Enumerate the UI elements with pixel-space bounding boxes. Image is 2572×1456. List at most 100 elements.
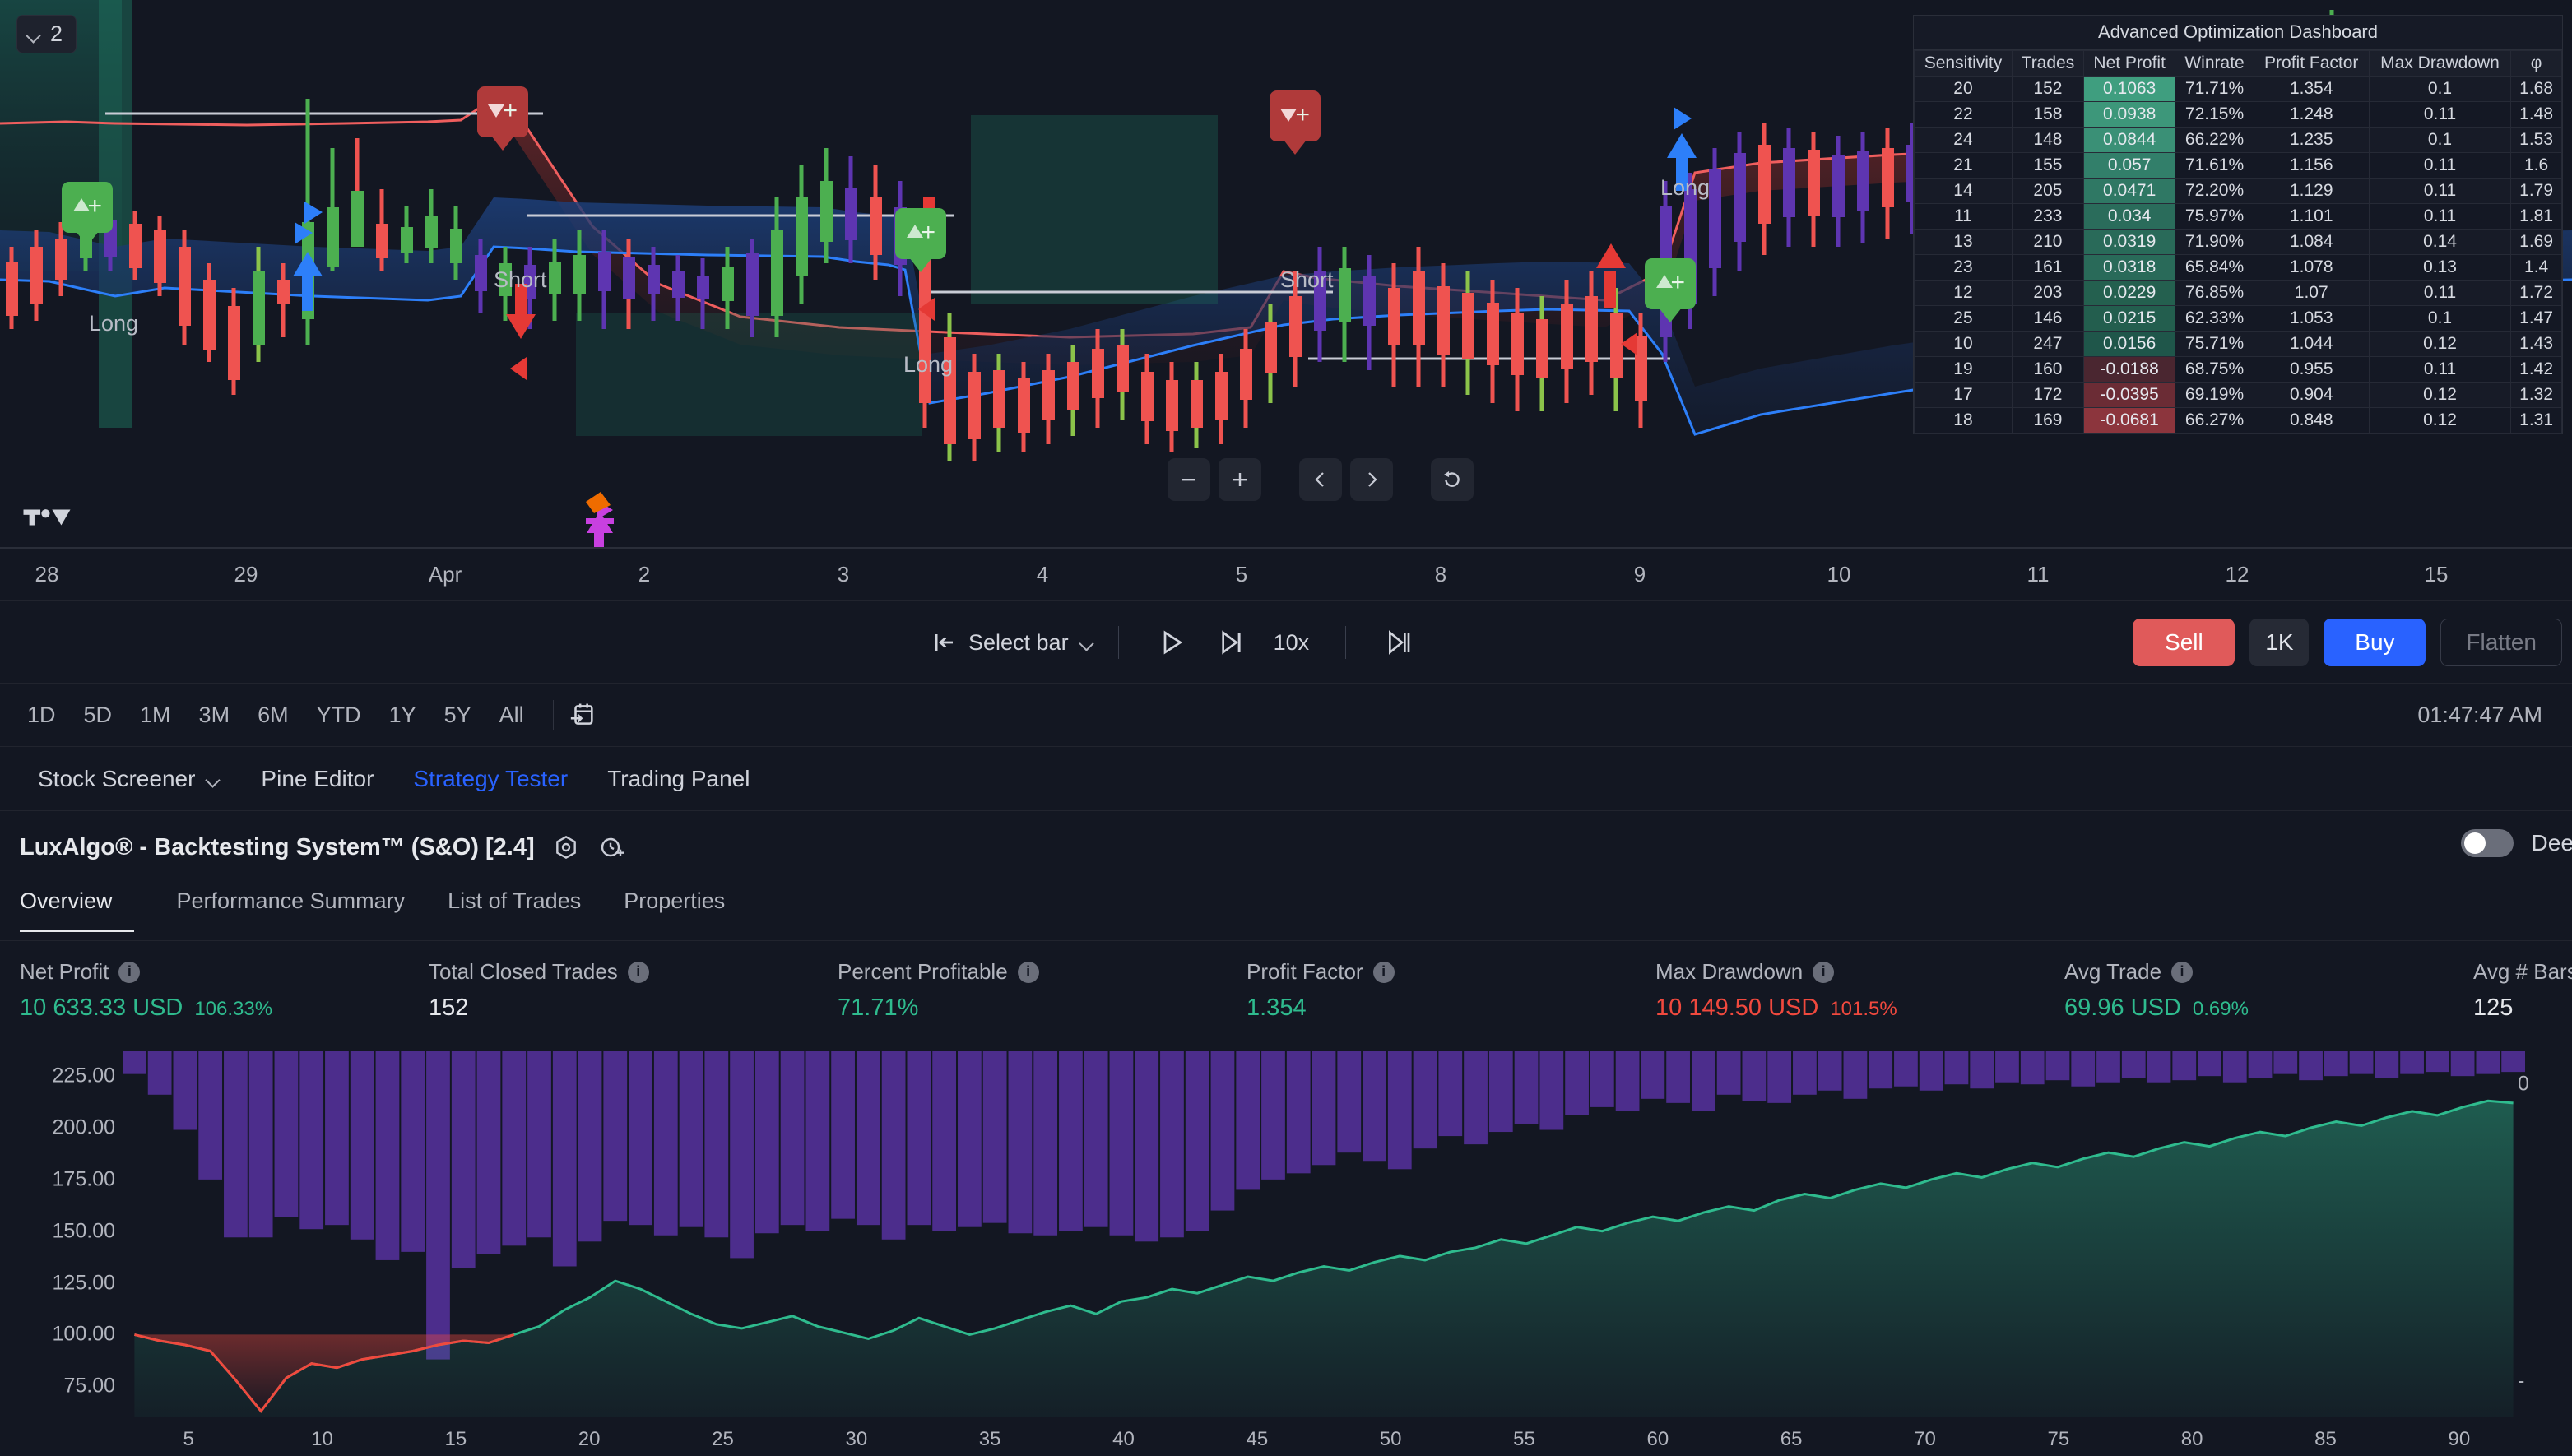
table-cell-max-drawdown: 0.1 (2368, 76, 2512, 102)
info-icon[interactable]: i (627, 961, 649, 983)
metric-label-text: Avg Trade (2064, 959, 2162, 984)
table-cell-winrate: 62.33% (2175, 305, 2254, 332)
goto-date-button[interactable] (569, 701, 597, 729)
flatten-button[interactable]: Flatten (2440, 619, 2562, 666)
deep-backtesting-toggle[interactable] (2460, 829, 2514, 857)
drawdown-bar (578, 1051, 602, 1242)
replay-speed-button[interactable]: 10x (1260, 630, 1323, 656)
chart-legend-badge[interactable]: 2 (16, 15, 77, 53)
info-icon[interactable]: i (1017, 961, 1039, 983)
x-axis-tick: 85 (2314, 1428, 2337, 1450)
table-cell-sensitivity: 21 (1914, 152, 2013, 179)
timeframe-3m[interactable]: 3M (185, 698, 244, 733)
drawdown-bar (2501, 1051, 2525, 1073)
panel-tab-pine-editor[interactable]: Pine Editor (241, 766, 393, 792)
panel-tab-stock-screener[interactable]: Stock Screener (18, 766, 241, 792)
info-icon[interactable]: i (118, 961, 141, 983)
buy-flag-marker[interactable]: + (1645, 258, 1696, 309)
time-axis-label: 9 (1633, 562, 1646, 587)
select-bar-icon (935, 634, 953, 651)
info-icon[interactable]: i (2171, 961, 2194, 983)
buy-flag-marker[interactable]: + (62, 182, 113, 233)
table-cell-max-drawdown: 0.1 (2368, 305, 2512, 332)
drawdown-bar (1337, 1051, 1362, 1153)
table-cell-winrate: 71.61% (2175, 152, 2254, 179)
table-cell-net-profit: 0.0318 (2082, 254, 2176, 281)
timeframe-5d[interactable]: 5D (70, 698, 127, 733)
drawdown-bar (1590, 1051, 1614, 1107)
info-icon[interactable]: i (1813, 961, 1835, 983)
zoom-out-button[interactable] (1168, 458, 1210, 501)
sub-tab-list-of-trades[interactable]: List of Trades (426, 885, 602, 932)
table-cell-trades: 233 (2011, 203, 2084, 230)
drawdown-bar (123, 1051, 146, 1074)
table-cell-net-profit: 0.0938 (2082, 101, 2176, 128)
settings-icon (555, 835, 576, 860)
panel-tab-trading-panel[interactable]: Trading Panel (587, 766, 769, 792)
equity-chart[interactable]: 225.00 200.00 175.00 150.00 125.00 100.00 75.0… (0, 1043, 2572, 1456)
advanced-optimization-dashboard: Advanced Optimization Dashboard Sensitiv… (1913, 15, 2563, 434)
buy-button[interactable]: Buy (2324, 619, 2426, 666)
timeframe-1d[interactable]: 1D (13, 698, 70, 733)
metric-label: Avg Trade i (2064, 959, 2473, 985)
table-cell-profit-factor: 1.354 (2253, 76, 2370, 102)
drawdown-bar (1716, 1051, 1741, 1095)
sell-button[interactable]: Sell (2133, 619, 2235, 666)
scroll-left-button[interactable] (1299, 458, 1342, 501)
sub-tab-performance-summary[interactable]: Performance Summary (156, 885, 427, 932)
drawdown-bar (1363, 1051, 1386, 1162)
drawdown-bar (426, 1051, 450, 1360)
table-cell-winrate: 75.71% (2175, 331, 2254, 357)
metric-label-text: Max Drawdown (1655, 959, 1804, 984)
play-button[interactable] (1142, 628, 1201, 656)
info-icon[interactable]: i (1372, 961, 1395, 983)
sub-tab-properties[interactable]: Properties (602, 885, 746, 932)
timeframe-6m[interactable]: 6M (244, 698, 303, 733)
deep-backtesting-control[interactable]: Deep Backtesting (2460, 829, 2572, 857)
add-alert-button[interactable] (597, 834, 624, 860)
buy-flag-marker[interactable]: + (895, 208, 946, 259)
table-cell-phi: 1.4 (2510, 254, 2562, 281)
table-cell-profit-factor: 1.044 (2253, 331, 2370, 357)
table-cell-trades: 172 (2011, 382, 2084, 408)
drawdown-bar (1059, 1051, 1083, 1231)
table-cell-trades: 148 (2011, 127, 2084, 153)
chart-time-axis[interactable]: 28 29 Apr 2 3 4 5 8 9 10 11 12 15 (0, 547, 2572, 600)
price-chart[interactable]: 2 + + + + + Long Short Long Short Long A… (0, 0, 2572, 547)
table-row: 22 158 0.0938 72.15% 1.248 0.11 1.48 (1914, 101, 2562, 128)
drawdown-bar (2400, 1051, 2424, 1074)
table-cell-sensitivity: 18 (1914, 407, 2013, 434)
jump-to-end-button[interactable] (1369, 628, 1428, 656)
table-cell-trades: 203 (2011, 280, 2084, 306)
zoom-in-button[interactable] (1219, 458, 1261, 501)
panel-tab-label: Pine Editor (261, 765, 374, 791)
table-cell-profit-factor: 1.101 (2253, 203, 2370, 230)
quantity-button[interactable]: 1K (2249, 619, 2310, 666)
timeframe-1y[interactable]: 1Y (375, 698, 430, 733)
strategy-settings-button[interactable] (553, 834, 579, 860)
table-cell-winrate: 76.85% (2175, 280, 2254, 306)
step-forward-button[interactable] (1201, 628, 1260, 656)
metric-label: Total Closed Trades i (429, 959, 838, 985)
metric-value-text: 125 (2473, 995, 2514, 1021)
reset-chart-button[interactable] (1431, 458, 1474, 501)
timeframe-1m[interactable]: 1M (126, 698, 185, 733)
select-bar-button[interactable]: Select bar (932, 630, 1095, 656)
sub-tab-overview[interactable]: Overview (20, 885, 134, 932)
sell-flag-marker[interactable]: + (477, 86, 528, 137)
drawdown-bar (1919, 1051, 1943, 1091)
timeframe-items: 1D 5D 1M 3M 6M YTD 1Y 5Y All (0, 698, 538, 733)
chart-nav-controls[interactable] (1168, 458, 1474, 501)
timeframe-all[interactable]: All (485, 698, 538, 733)
table-cell-phi: 1.48 (2510, 101, 2562, 128)
timeframe-5y[interactable]: 5Y (430, 698, 485, 733)
x-axis-tick: 50 (1379, 1428, 1402, 1450)
table-cell-phi: 1.72 (2510, 280, 2562, 306)
timeframe-ytd[interactable]: YTD (303, 698, 375, 733)
sell-flag-marker[interactable]: + (1270, 90, 1321, 141)
panel-tab-strategy-tester[interactable]: Strategy Tester (393, 766, 587, 792)
drawdown-bar (780, 1051, 805, 1226)
chevron-down-icon (1080, 638, 1095, 647)
scroll-right-button[interactable] (1350, 458, 1393, 501)
table-cell-profit-factor: 1.084 (2253, 229, 2370, 255)
